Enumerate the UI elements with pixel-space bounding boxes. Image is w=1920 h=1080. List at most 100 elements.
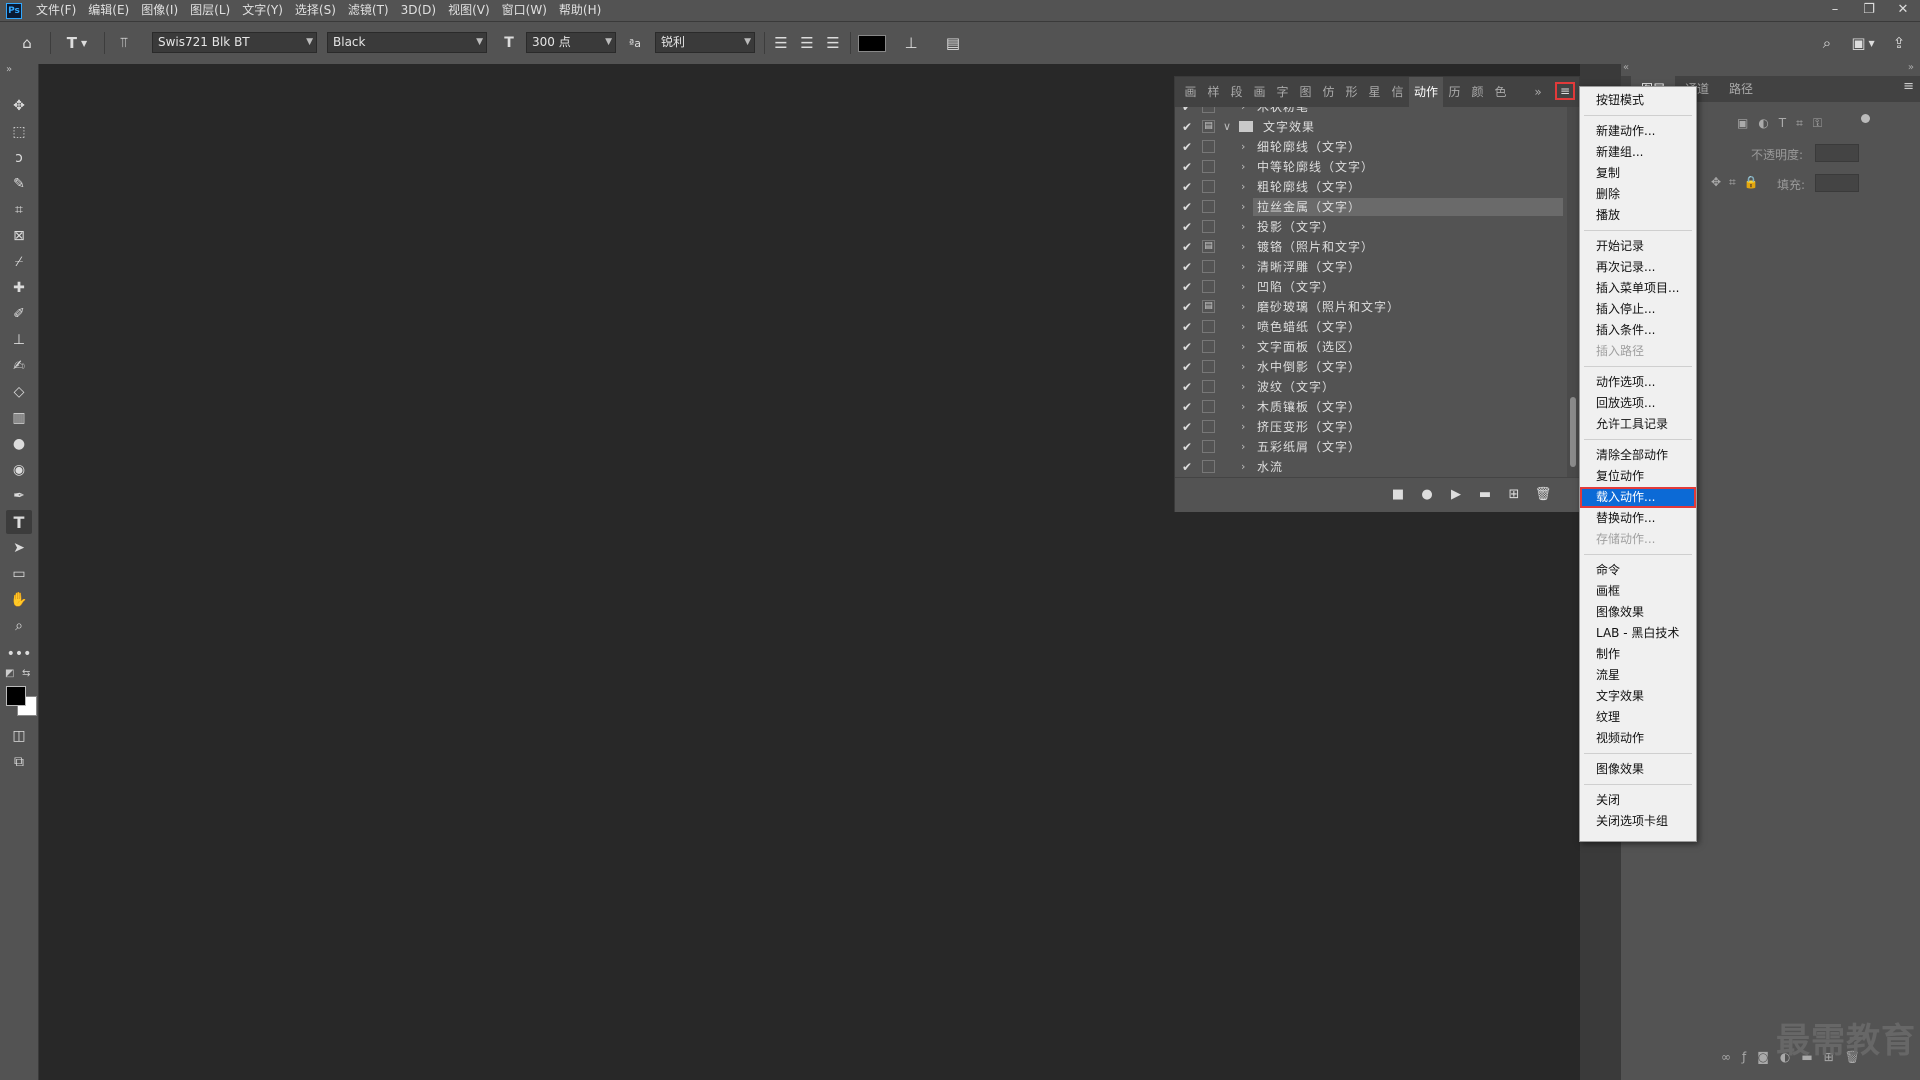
panel-collapse-icon[interactable]: » [1530,77,1546,107]
type-tool-icon[interactable]: T [6,510,32,534]
menu-item-0[interactable]: 文件(F) [30,0,82,21]
gradient-tool-icon[interactable]: ▥ [6,406,32,430]
lock-icons[interactable]: ✥⌗🔒 [1711,175,1767,190]
toggle-check-icon[interactable]: ✔ [1179,257,1195,277]
fill-input[interactable] [1815,174,1859,192]
action-row[interactable]: ✔ ▤ › 磨砂玻璃（照片和文字） [1175,297,1567,317]
action-row[interactable]: ✔ › 中等轮廓线（文字） [1175,157,1567,177]
chevron-right-icon[interactable]: › [1241,137,1245,157]
menu-item-2-2[interactable]: 插入菜单项目... [1580,278,1696,299]
chevron-right-icon[interactable]: › [1241,217,1245,237]
restore-button[interactable]: ❐ [1852,0,1886,21]
eraser-tool-icon[interactable]: ◇ [6,380,32,404]
filter-toggle-icon[interactable] [1861,114,1870,123]
menu-item-5-0[interactable]: 命令 [1580,560,1696,581]
delete-trash-icon[interactable]: 🗑 [1534,486,1552,504]
menu-item-4-0[interactable]: 清除全部动作 [1580,445,1696,466]
chevron-right-icon[interactable]: › [1241,417,1245,437]
menu-item-2-3[interactable]: 插入停止... [1580,299,1696,320]
toggle-check-icon[interactable]: ✔ [1179,377,1195,397]
menu-item-3-2[interactable]: 允许工具记录 [1580,414,1696,435]
type-tool-preset-icon[interactable]: T ▼ [60,30,94,56]
layer-filter-icons[interactable]: ▣◐T⌗⚿ [1737,116,1832,131]
toggle-check-icon[interactable]: ✔ [1179,297,1195,317]
align-right-icon[interactable]: ☰ [822,30,844,56]
frame-tool-icon[interactable]: ⊠ [6,224,32,248]
eyedropper-tool-icon[interactable]: ⌿ [6,250,32,274]
move-tool-icon[interactable]: ✥ [6,94,32,118]
panel-tab-7[interactable]: 形 [1340,77,1363,107]
menu-item-5[interactable]: 选择(S) [289,0,342,21]
toggle-check-icon[interactable]: ✔ [1179,457,1195,477]
font-size-select[interactable]: 300 点 ▼ [526,32,616,53]
menu-item-7-1[interactable]: 关闭选项卡组 [1580,811,1696,832]
rectangle-tool-icon[interactable]: ▭ [6,562,32,586]
dialog-toggle-icon[interactable] [1202,107,1215,113]
chevron-down-icon[interactable]: ∨ [1223,117,1231,137]
dialog-toggle-icon[interactable] [1202,380,1215,393]
brush-tool-icon[interactable]: ✐ [6,302,32,326]
menu-item-3-1[interactable]: 回放选项... [1580,393,1696,414]
panel-tab-0[interactable]: 画 [1179,77,1202,107]
action-set-row[interactable]: ✔ ▤ ∨ 文字效果 [1175,117,1567,137]
panel-tab-13[interactable]: 色 [1489,77,1512,107]
action-row[interactable]: ✔ › 清晰浮雕（文字） [1175,257,1567,277]
clone-stamp-tool-icon[interactable]: ⊥ [6,328,32,352]
hand-tool-icon[interactable]: ✋ [6,588,32,612]
action-row[interactable]: ✔ › 挤压变形（文字） [1175,417,1567,437]
panel-tab-10[interactable]: 动作 [1409,77,1443,107]
antialias-select[interactable]: 锐利 ▼ [655,32,755,53]
healing-brush-tool-icon[interactable]: ✚ [6,276,32,300]
menu-item-3-0[interactable]: 动作选项... [1580,372,1696,393]
panel-tab-5[interactable]: 图 [1294,77,1317,107]
chevron-right-icon[interactable]: › [1241,437,1245,457]
warp-text-icon[interactable]: ⊥ [900,30,922,56]
menu-item-7[interactable]: 3D(D) [395,0,442,21]
menu-item-8[interactable]: 视图(V) [442,0,496,21]
chevron-right-icon[interactable]: › [1241,157,1245,177]
panel-tab-1[interactable]: 样 [1202,77,1225,107]
menu-item-1-1[interactable]: 新建组... [1580,142,1696,163]
close-button[interactable]: ✕ [1886,0,1920,21]
action-row[interactable]: ✔ › 五彩纸屑（文字） [1175,437,1567,457]
toggle-check-icon[interactable]: ✔ [1179,397,1195,417]
dialog-toggle-icon[interactable] [1202,420,1215,433]
dialog-toggle-icon[interactable]: ▤ [1202,300,1215,313]
chevron-right-icon[interactable]: › [1241,177,1245,197]
panel-tab-12[interactable]: 颜 [1466,77,1489,107]
menu-item-1-0[interactable]: 新建动作... [1580,121,1696,142]
path-selection-tool-icon[interactable]: ➤ [6,536,32,560]
toggle-check-icon[interactable]: ✔ [1179,197,1195,217]
more-tools-icon[interactable]: ••• [6,642,32,666]
layers-menu-icon[interactable]: ≡ [1903,79,1914,94]
panel-tab-6[interactable]: 仿 [1317,77,1340,107]
chevron-right-icon[interactable]: › [1241,317,1245,337]
panel-tab-8[interactable]: 星 [1363,77,1386,107]
workspace-icon[interactable]: ▣ ▼ [1846,30,1880,56]
zoom-tool-icon[interactable]: ⌕ [6,614,32,638]
dialog-toggle-icon[interactable] [1202,140,1215,153]
menu-item-5-2[interactable]: 图像效果 [1580,602,1696,623]
menu-item-2-4[interactable]: 插入条件... [1580,320,1696,341]
blur-tool-icon[interactable]: ● [6,432,32,456]
font-family-select[interactable]: Swis721 Blk BT ▼ [152,32,317,53]
new-set-folder-icon[interactable]: ▬ [1476,486,1494,504]
menu-item-2-1[interactable]: 再次记录... [1580,257,1696,278]
action-row[interactable]: ✔ › 木质镶板（文字） [1175,397,1567,417]
menu-item-2[interactable]: 图像(I) [135,0,184,21]
dialog-toggle-icon[interactable] [1202,340,1215,353]
menu-item-1-3[interactable]: 删除 [1580,184,1696,205]
panel-menu-button[interactable]: ≡ [1555,82,1575,100]
menu-item-6[interactable]: 滤镜(T) [342,0,395,21]
home-icon[interactable]: ⌂ [14,30,40,56]
dialog-toggle-icon[interactable]: ▤ [1202,120,1215,133]
panel-tab-2[interactable]: 段 [1225,77,1248,107]
dialog-toggle-icon[interactable] [1202,320,1215,333]
action-row[interactable]: ✔ › 波纹（文字） [1175,377,1567,397]
action-row[interactable]: ✔ ▤ › 镀铬（照片和文字） [1175,237,1567,257]
crop-tool-icon[interactable]: ⌗ [6,198,32,222]
layers-tab-2[interactable]: 路径 [1719,76,1763,102]
menu-item-5-4[interactable]: 制作 [1580,644,1696,665]
align-center-icon[interactable]: ☰ [796,30,818,56]
dialog-toggle-icon[interactable] [1202,400,1215,413]
